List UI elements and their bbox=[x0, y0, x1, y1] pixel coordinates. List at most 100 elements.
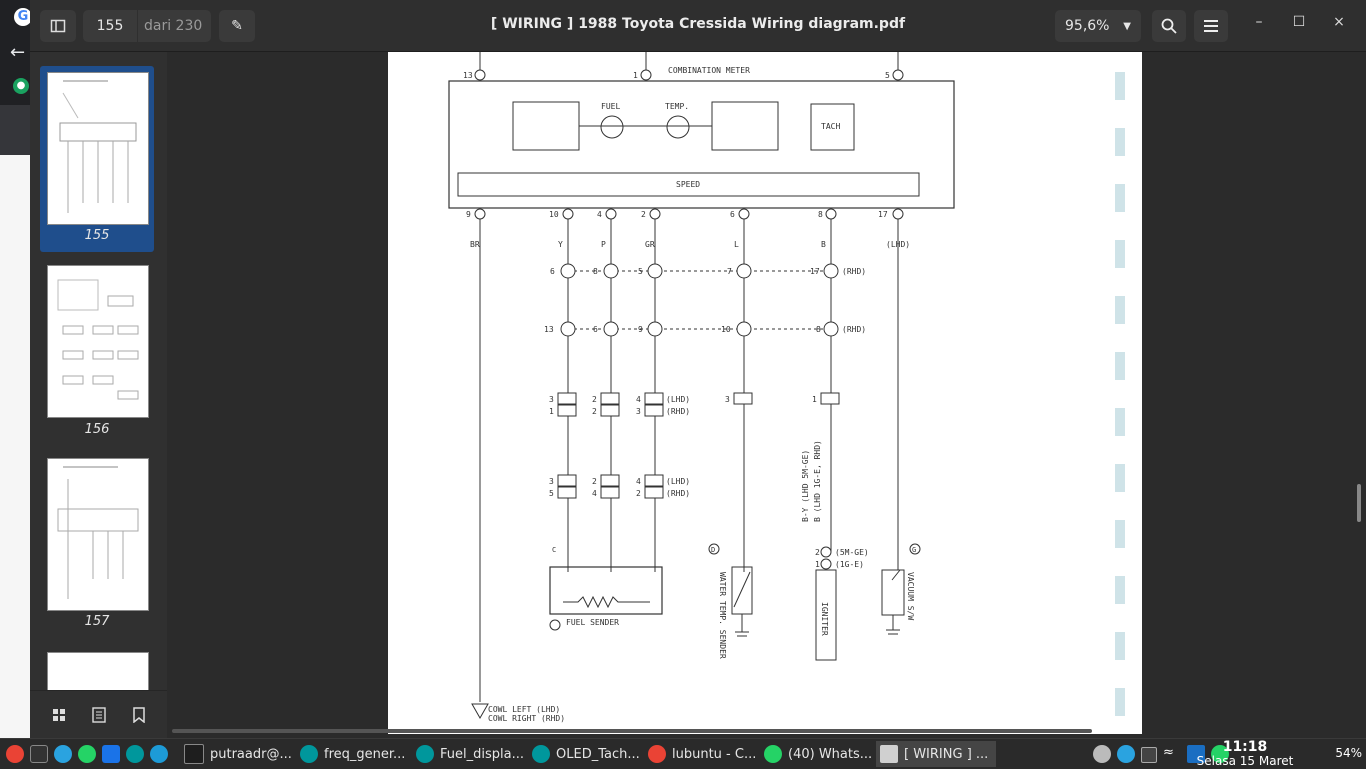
maximize-icon[interactable]: ☐ bbox=[1287, 14, 1311, 30]
chevron-down-icon: ▼ bbox=[1123, 20, 1131, 32]
thumbnail-page-157[interactable]: 157 bbox=[40, 450, 154, 636]
mark-label: G bbox=[912, 546, 916, 554]
diagram-title: COMBINATION METER bbox=[668, 66, 750, 75]
pdf-icon bbox=[880, 745, 898, 763]
bookmark-icon bbox=[132, 707, 145, 723]
connector-pin: 5 bbox=[549, 489, 554, 498]
clock-time: 11:18 bbox=[1222, 739, 1268, 755]
wiring-diagram: COMBINATION METER 13 1 5 TACH FUEL TEMP.… bbox=[448, 52, 1125, 723]
connector-pin: 10 bbox=[721, 325, 731, 334]
wire-color: Y bbox=[558, 240, 563, 249]
task-pdf-viewer[interactable]: [ WIRING ] ... bbox=[876, 741, 996, 767]
wire-color: GR bbox=[645, 240, 655, 249]
horizontal-scrollbar[interactable] bbox=[172, 729, 1092, 733]
connector-pin: 2 bbox=[592, 477, 597, 486]
document-outline-icon bbox=[91, 707, 106, 723]
pin-label: 6 bbox=[730, 210, 735, 219]
task-oled-tach[interactable]: OLED_Tach... bbox=[528, 741, 644, 767]
task-label: [ WIRING ] ... bbox=[904, 746, 989, 762]
outline-view-button[interactable] bbox=[86, 702, 112, 728]
taskbar: putraadr@... freq_gener... Fuel_displa..… bbox=[0, 738, 1366, 769]
task-fuel-display[interactable]: Fuel_displa... bbox=[412, 741, 528, 767]
files-launcher-icon[interactable] bbox=[102, 745, 120, 763]
sidebar-icon bbox=[50, 19, 66, 33]
task-label: putraadr@... bbox=[210, 746, 292, 762]
battery-level[interactable]: 54% bbox=[1335, 746, 1362, 760]
terminal-launcher-icon[interactable] bbox=[30, 745, 48, 763]
wifi-icon[interactable]: ≈ bbox=[1163, 745, 1181, 763]
connector-pin: 6 bbox=[593, 325, 598, 334]
task-label: OLED_Tach... bbox=[556, 746, 640, 762]
thumbnail-page-number: 157 bbox=[84, 614, 110, 629]
thumbnail-page-156[interactable]: 156 bbox=[40, 258, 154, 444]
vertical-scrollbar[interactable] bbox=[1357, 484, 1361, 522]
sidebar-view-switcher bbox=[30, 690, 167, 739]
task-label: Fuel_displa... bbox=[440, 746, 524, 762]
telegram-launcher-icon[interactable] bbox=[54, 745, 72, 763]
temp-gauge-label: TEMP. bbox=[665, 102, 689, 111]
igniter-note: (1G-E) bbox=[835, 560, 864, 569]
menu-button[interactable] bbox=[1194, 10, 1228, 42]
clipboard-icon[interactable] bbox=[1141, 747, 1157, 763]
chrome-launcher-icon[interactable] bbox=[6, 745, 24, 763]
back-arrow-icon[interactable]: ← bbox=[10, 42, 25, 63]
sidebar-toggle-button[interactable] bbox=[40, 10, 76, 42]
connector-note: (RHD) bbox=[842, 267, 866, 276]
grid-view-button[interactable] bbox=[46, 702, 72, 728]
zoom-dropdown[interactable]: 95,6% ▼ bbox=[1055, 10, 1141, 42]
close-icon[interactable]: × bbox=[1327, 14, 1351, 30]
ground-label: COWL RIGHT (RHD) bbox=[488, 714, 565, 723]
arduino-launcher-icon[interactable] bbox=[126, 745, 144, 763]
connector-pin: 4 bbox=[636, 477, 641, 486]
task-terminal[interactable]: putraadr@... bbox=[180, 741, 294, 767]
grid-icon bbox=[52, 709, 65, 721]
wire-color: L bbox=[734, 240, 739, 249]
minimize-icon[interactable]: – bbox=[1247, 14, 1271, 30]
connector-pin: 2 bbox=[636, 489, 641, 498]
whatsapp-launcher-icon[interactable] bbox=[78, 745, 96, 763]
igniter-label: IGNITER bbox=[820, 602, 829, 636]
mark-label: C bbox=[552, 546, 556, 554]
connector-pin: 4 bbox=[592, 489, 597, 498]
terminal-icon bbox=[184, 744, 204, 764]
fuel-sender-label: FUEL SENDER bbox=[566, 618, 619, 627]
pin-label: 9 bbox=[466, 210, 471, 219]
thumbnail-sidebar: 155 156 157 bbox=[30, 52, 167, 739]
connector-pin: 7 bbox=[727, 267, 732, 276]
wire-color: P bbox=[601, 240, 606, 249]
connector-pin: 4 bbox=[636, 395, 641, 404]
thumbnail-page-158[interactable] bbox=[40, 650, 154, 690]
vacuum-switch-label: VACUUM S/W bbox=[906, 572, 915, 620]
connector-pin: 6 bbox=[550, 267, 555, 276]
igniter-pin: 2 bbox=[815, 548, 820, 557]
background-browser-strip: G ← ● bbox=[0, 0, 32, 738]
connector-pin: 3 bbox=[636, 407, 641, 416]
wire-color: B bbox=[821, 240, 826, 249]
thumbnail-page-number: 156 bbox=[84, 422, 110, 437]
annotate-button[interactable]: ✎ bbox=[219, 10, 255, 42]
search-button[interactable] bbox=[1152, 10, 1186, 42]
app-launcher-icon[interactable] bbox=[150, 745, 168, 763]
clock[interactable]: 11:18 Selasa 15 Maret bbox=[1190, 739, 1300, 768]
connector-pin: 3 bbox=[725, 395, 730, 404]
pin-label: 13 bbox=[463, 71, 473, 80]
thumbnail-page-155[interactable]: 155 bbox=[40, 66, 154, 252]
connector-pin: 2 bbox=[592, 407, 597, 416]
task-freq-gener[interactable]: freq_gener... bbox=[296, 741, 410, 767]
page-number-input[interactable] bbox=[83, 10, 137, 42]
extension-icon[interactable]: ● bbox=[13, 78, 29, 94]
connector-note: (RHD) bbox=[666, 489, 690, 498]
water-temp-sender-label: WATER TEMP. SENDER bbox=[718, 572, 727, 659]
igniter-pin: 1 bbox=[815, 560, 820, 569]
connector-pin: 1 bbox=[812, 395, 817, 404]
pause-icon[interactable] bbox=[1093, 745, 1111, 763]
bookmarks-view-button[interactable] bbox=[126, 702, 152, 728]
task-whatsapp[interactable]: (40) Whats... bbox=[760, 741, 876, 767]
tach-label: TACH bbox=[821, 122, 840, 131]
connector-note: (LHD) bbox=[666, 395, 690, 404]
pin-label: 5 bbox=[885, 71, 890, 80]
browser-tab-strip bbox=[0, 105, 30, 155]
wire-color: BR bbox=[470, 240, 480, 249]
telegram-tray-icon[interactable] bbox=[1117, 745, 1135, 763]
task-chrome[interactable]: lubuntu - C... bbox=[644, 741, 760, 767]
